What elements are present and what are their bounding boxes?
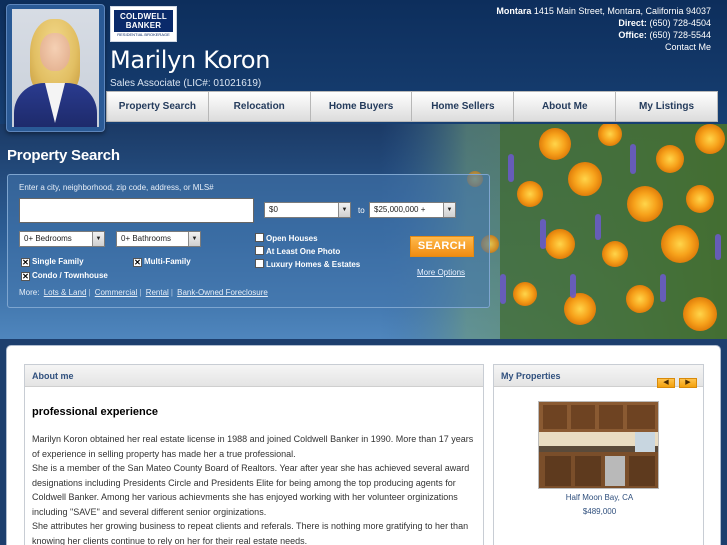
nav-about-me[interactable]: About Me <box>514 92 617 121</box>
commercial-link[interactable]: Commercial <box>95 288 138 297</box>
max-price-select[interactable]: $25,000,000 + ▼ <box>369 202 456 218</box>
about-body: Marilyn Koron obtained her real estate l… <box>32 432 480 545</box>
checkbox-unchecked-icon <box>255 233 264 242</box>
single-family-checkbox[interactable]: ✕ Single Family <box>21 257 84 267</box>
checkbox-checked-icon: ✕ <box>21 272 30 281</box>
arrow-left-icon[interactable]: ◀ <box>657 378 675 388</box>
agent-title: Sales Associate (LIC#: 01021619) <box>110 78 262 89</box>
nav-relocation[interactable]: Relocation <box>209 92 311 121</box>
max-price-value: $25,000,000 + <box>374 205 426 214</box>
checkbox-checked-icon: ✕ <box>21 258 30 267</box>
chevron-down-icon: ▼ <box>188 232 200 246</box>
open-houses-label: Open Houses <box>266 234 318 243</box>
logo-line-1: COLDWELL <box>120 12 167 21</box>
about-paragraph: Marilyn Koron obtained her real estate l… <box>32 434 474 459</box>
one-photo-checkbox[interactable]: At Least One Photo <box>255 246 340 257</box>
property-price: $489,000 <box>582 507 617 516</box>
kitchen-image <box>539 402 658 488</box>
nav-home-sellers[interactable]: Home Sellers <box>412 92 515 121</box>
single-family-label: Single Family <box>32 257 84 266</box>
office-phone-label: Office: <box>618 30 647 40</box>
direct-label: Direct: <box>618 18 647 28</box>
more-links-row: More: Lots & Land | Commercial | Rental | B… <box>19 288 268 297</box>
about-me-panel: About me professional experience Marilyn… <box>24 364 484 545</box>
multi-family-checkbox[interactable]: ✕ Multi-Family <box>133 257 191 267</box>
arrow-right-icon[interactable]: ▶ <box>679 378 697 388</box>
office-name: Montara <box>496 6 532 16</box>
property-carousel-controls: ◀ ▶ <box>653 371 697 389</box>
bathrooms-select[interactable]: 0+ Bathrooms ▼ <box>116 231 201 247</box>
luxury-homes-checkbox[interactable]: Luxury Homes & Estates <box>255 259 360 270</box>
nav-my-listings[interactable]: My Listings <box>616 92 717 121</box>
nav-home-buyers[interactable]: Home Buyers <box>311 92 413 121</box>
nav-property-search[interactable]: Property Search <box>107 92 209 121</box>
property-location[interactable]: Half Moon Bay, CA <box>494 493 705 502</box>
about-me-header: About me <box>25 365 483 387</box>
office-phone: (650) 728-5544 <box>649 30 711 40</box>
agent-photo-frame <box>6 4 105 132</box>
about-paragraph: She is a member of the San Mateo County … <box>32 463 470 517</box>
property-photo[interactable] <box>538 401 659 489</box>
multi-family-label: Multi-Family <box>144 257 191 266</box>
contact-info: Montara 1415 Main Street, Montara, Calif… <box>496 5 711 53</box>
search-input[interactable] <box>19 198 254 223</box>
min-price-select[interactable]: $0 ▼ <box>264 202 351 218</box>
lots-land-link[interactable]: Lots & Land <box>44 288 87 297</box>
agent-photo <box>12 9 99 127</box>
about-heading: professional experience <box>32 406 158 418</box>
min-price-value: $0 <box>269 205 278 214</box>
contact-me-link[interactable]: Contact Me <box>496 41 711 53</box>
agent-name: Marilyn Koron <box>110 46 271 74</box>
bedrooms-select[interactable]: 0+ Bedrooms ▼ <box>19 231 105 247</box>
property-search-title: Property Search <box>7 147 120 164</box>
foreclosure-link[interactable]: Bank-Owned Foreclosure <box>177 288 268 297</box>
my-properties-panel: My Properties ◀ ▶ Half Moon Bay, CA $489,… <box>493 364 704 545</box>
checkbox-unchecked-icon <box>255 246 264 255</box>
logo-line-2: BANKER <box>125 21 162 30</box>
chevron-down-icon: ▼ <box>92 232 104 246</box>
checkbox-unchecked-icon <box>255 259 264 268</box>
condo-townhouse-checkbox[interactable]: ✕ Condo / Townhouse <box>21 271 108 281</box>
condo-townhouse-label: Condo / Townhouse <box>32 271 108 280</box>
main-nav: Property Search Relocation Home Buyers H… <box>106 91 718 122</box>
luxury-homes-label: Luxury Homes & Estates <box>266 260 361 269</box>
direct-phone: (650) 728-4504 <box>649 18 711 28</box>
more-options-link[interactable]: More Options <box>417 268 465 277</box>
search-button[interactable]: SEARCH <box>410 236 474 257</box>
about-paragraph: She attributes her growing business to r… <box>32 521 469 545</box>
to-label: to <box>358 206 365 215</box>
chevron-down-icon: ▼ <box>338 203 350 217</box>
bedrooms-value: 0+ Bedrooms <box>24 234 72 243</box>
office-address: 1415 Main Street, Montara, California 94… <box>533 6 711 16</box>
one-photo-label: At Least One Photo <box>266 247 341 256</box>
coldwell-banker-logo[interactable]: COLDWELL BANKER RESIDENTIAL BROKERAGE <box>110 6 177 42</box>
more-label: More: <box>19 288 40 297</box>
checkbox-checked-icon: ✕ <box>133 258 142 267</box>
chevron-down-icon: ▼ <box>443 203 455 217</box>
search-hint: Enter a city, neighborhood, zip code, ad… <box>19 183 214 192</box>
logo-line-3: RESIDENTIAL BROKERAGE <box>114 32 173 38</box>
rental-link[interactable]: Rental <box>146 288 169 297</box>
open-houses-checkbox[interactable]: Open Houses <box>255 233 318 244</box>
bathrooms-value: 0+ Bathrooms <box>121 234 172 243</box>
